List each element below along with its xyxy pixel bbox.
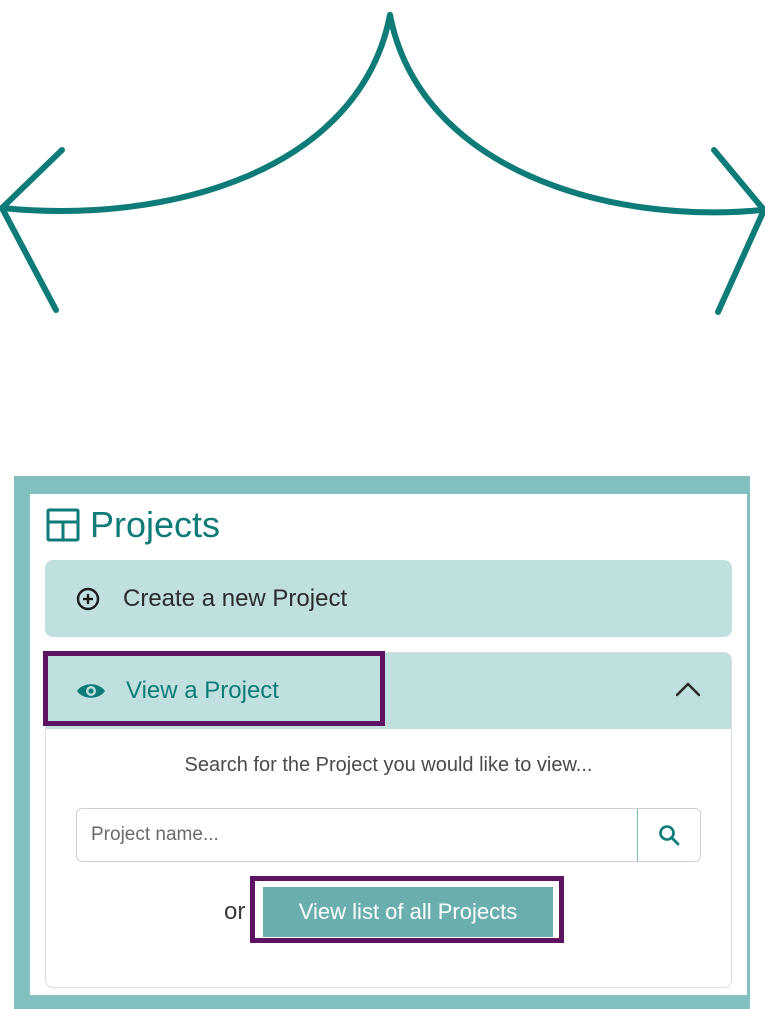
page-title-text: Projects <box>90 504 221 545</box>
search-icon <box>659 825 680 846</box>
create-project-label: Create a new Project <box>123 584 348 612</box>
create-project-panel-header[interactable]: Create a new Project <box>45 560 732 637</box>
left-arrowhead-top <box>0 147 65 211</box>
right-curve <box>387 12 765 216</box>
left-curve <box>0 12 393 214</box>
or-text: or <box>224 898 246 925</box>
plus-circle-icon <box>76 587 100 610</box>
search-hint: Search for the Project you would like to… <box>184 754 593 776</box>
highlight-box-view-project <box>43 651 385 726</box>
project-search-input[interactable] <box>77 809 637 861</box>
grid-icon <box>46 508 80 542</box>
search-group <box>76 808 701 862</box>
search-button[interactable] <box>637 809 700 861</box>
chevron-up-icon[interactable] <box>675 681 701 697</box>
right-arrowhead-bottom <box>715 207 765 315</box>
right-arrowhead-top <box>711 147 765 213</box>
page-title: Projects <box>46 500 220 550</box>
left-arrowhead-bottom <box>0 205 59 313</box>
decorative-arrows <box>0 12 765 315</box>
highlight-box-view-all-projects <box>250 876 564 943</box>
